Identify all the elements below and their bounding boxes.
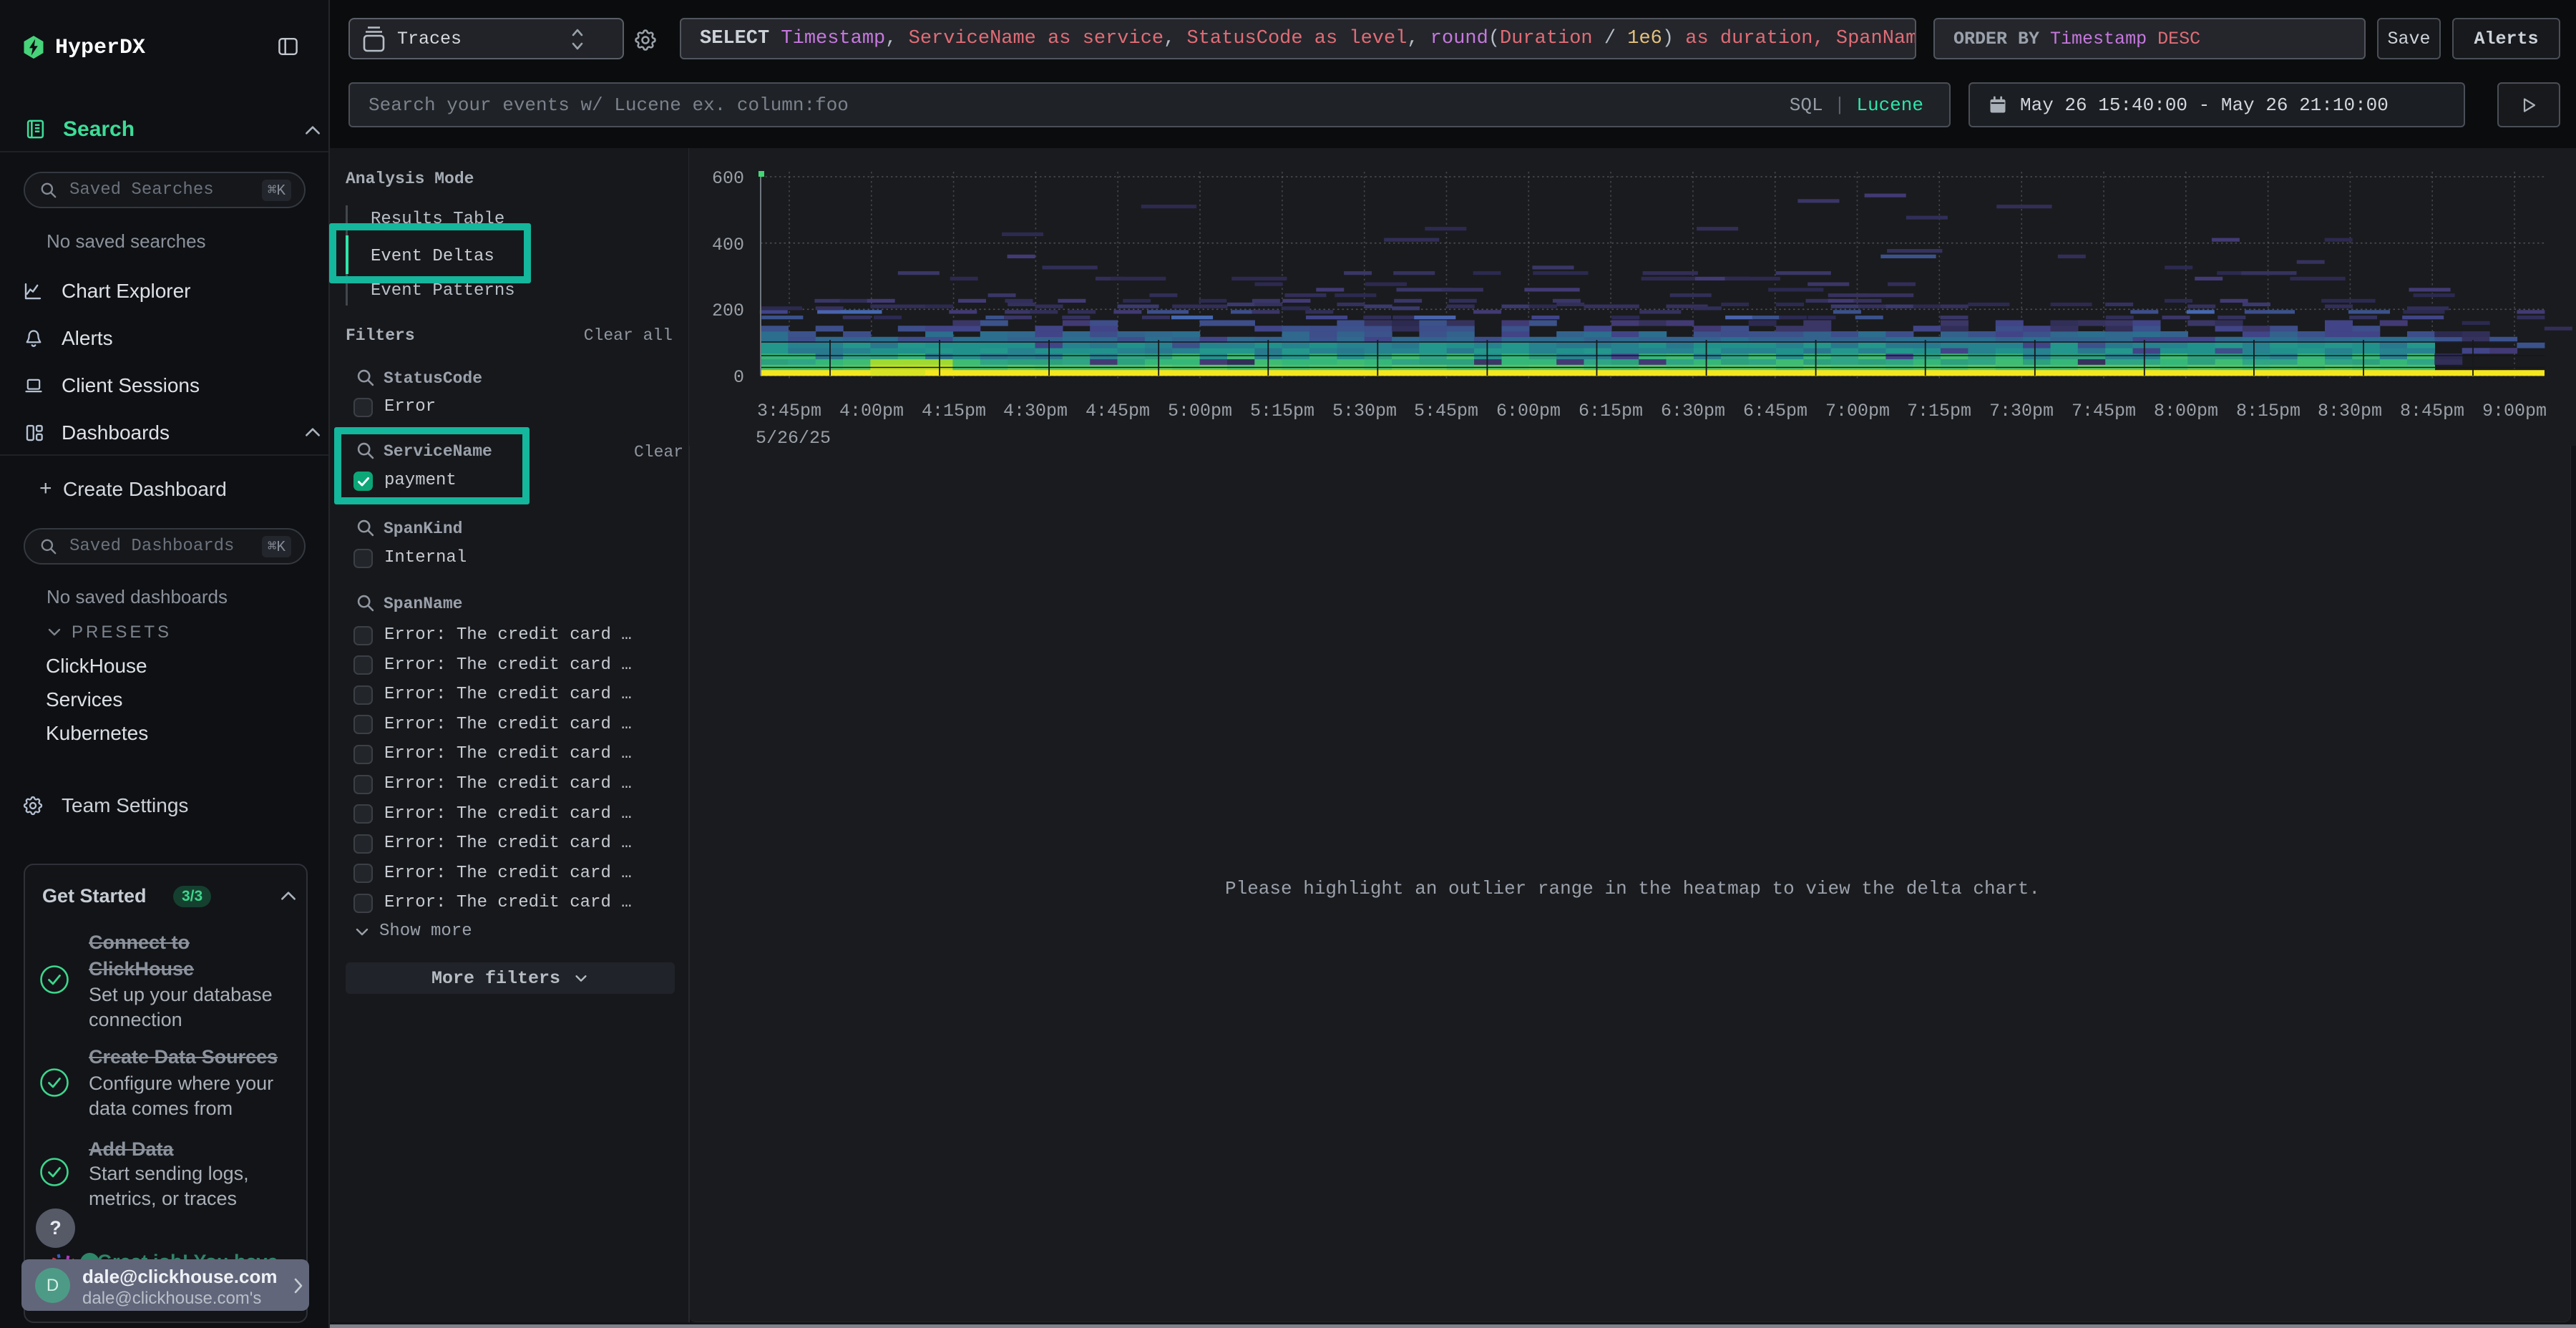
svg-text:200: 200 xyxy=(712,301,744,321)
svg-text:9:00pm: 9:00pm xyxy=(2482,401,2547,421)
svg-text:5:30pm: 5:30pm xyxy=(1332,401,1397,421)
svg-text:4:45pm: 4:45pm xyxy=(1085,401,1150,421)
svg-text:6:45pm: 6:45pm xyxy=(1743,401,1807,421)
svg-text:400: 400 xyxy=(712,235,744,255)
svg-text:8:45pm: 8:45pm xyxy=(2400,401,2464,421)
svg-text:8:15pm: 8:15pm xyxy=(2236,401,2301,421)
svg-text:8:30pm: 8:30pm xyxy=(2318,401,2382,421)
svg-text:600: 600 xyxy=(712,168,744,189)
svg-text:7:45pm: 7:45pm xyxy=(2072,401,2136,421)
svg-text:7:15pm: 7:15pm xyxy=(1907,401,1971,421)
svg-text:5/26/25: 5/26/25 xyxy=(756,428,831,446)
svg-text:4:15pm: 4:15pm xyxy=(922,401,986,421)
svg-text:4:30pm: 4:30pm xyxy=(1003,401,1068,421)
svg-text:8:00pm: 8:00pm xyxy=(2154,401,2218,421)
svg-text:5:00pm: 5:00pm xyxy=(1168,401,1232,421)
svg-text:7:00pm: 7:00pm xyxy=(1825,401,1890,421)
svg-text:6:30pm: 6:30pm xyxy=(1661,401,1725,421)
svg-text:5:15pm: 5:15pm xyxy=(1250,401,1314,421)
svg-text:3:45pm: 3:45pm xyxy=(757,401,821,421)
svg-text:7:30pm: 7:30pm xyxy=(1989,401,2054,421)
svg-text:4:00pm: 4:00pm xyxy=(839,401,904,421)
svg-text:6:00pm: 6:00pm xyxy=(1496,401,1561,421)
svg-text:6:15pm: 6:15pm xyxy=(1579,401,1643,421)
svg-text:0: 0 xyxy=(733,367,744,388)
svg-text:5:45pm: 5:45pm xyxy=(1414,401,1478,421)
